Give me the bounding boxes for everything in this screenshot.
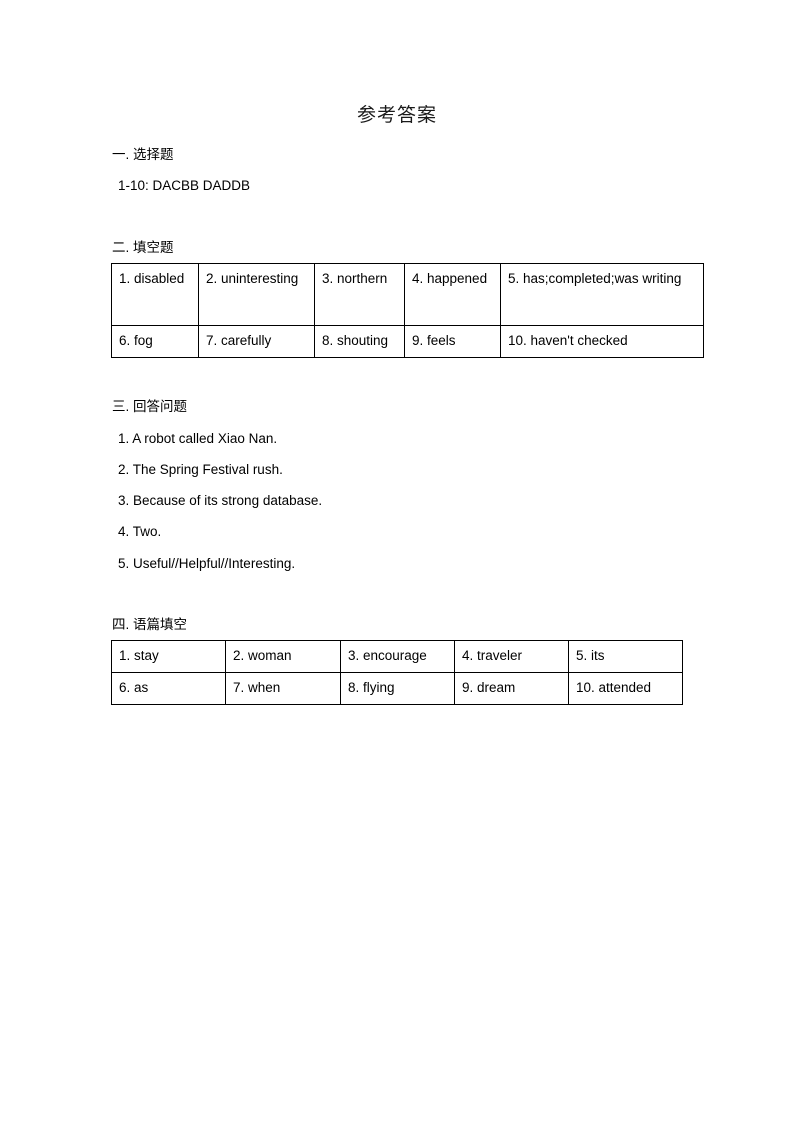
table-cell: 9. dream <box>454 672 569 705</box>
multiple-choice-answers: 1-10: DACBB DADDB <box>118 178 251 193</box>
answer-question-item: 3. Because of its strong database. <box>118 493 323 508</box>
answer-question-item: 1. A robot called Xiao Nan. <box>118 431 278 446</box>
table-cell: 2. woman <box>225 640 341 673</box>
table-row: 1. stay 2. woman 3. encourage 4. travele… <box>111 640 683 673</box>
table-cell: 6. as <box>111 672 226 705</box>
table-row: 6. fog 7. carefully 8. shouting 9. feels… <box>111 325 704 358</box>
table-cell: 8. shouting <box>314 325 405 358</box>
answer-question-item: 5. Useful//Helpful//Interesting. <box>118 556 296 571</box>
answer-key-page: 参考答案 一. 选择题 1-10: DACBB DADDB 二. 填空题 1. … <box>0 0 794 1123</box>
answer-question-item: 4. Two. <box>118 524 162 539</box>
table-row: 1. disabled 2. uninteresting 3. northern… <box>111 263 704 326</box>
table-cell: 10. haven't checked <box>500 325 704 358</box>
table-cell: 7. when <box>225 672 341 705</box>
table-cell: 4. happened <box>404 263 501 326</box>
table-cell: 8. flying <box>340 672 455 705</box>
table-row: 6. as 7. when 8. flying 9. dream 10. att… <box>111 672 683 705</box>
table-cell: 9. feels <box>404 325 501 358</box>
table-cell: 1. stay <box>111 640 226 673</box>
fill-blanks-answer-table: 1. disabled 2. uninteresting 3. northern… <box>111 263 704 358</box>
section-heading-answer-questions: 三. 回答问题 <box>112 399 188 414</box>
answer-question-item: 2. The Spring Festival rush. <box>118 462 283 477</box>
passage-blanks-answer-table: 1. stay 2. woman 3. encourage 4. travele… <box>111 640 683 705</box>
section-heading-passage-blanks: 四. 语篇填空 <box>112 617 188 632</box>
table-cell: 2. uninteresting <box>198 263 315 326</box>
table-cell: 1. disabled <box>111 263 199 326</box>
table-cell: 6. fog <box>111 325 199 358</box>
table-cell: 3. northern <box>314 263 405 326</box>
section-heading-multiple-choice: 一. 选择题 <box>112 147 174 162</box>
table-cell: 5. its <box>568 640 683 673</box>
table-cell: 7. carefully <box>198 325 315 358</box>
table-cell: 4. traveler <box>454 640 569 673</box>
table-cell: 5. has;completed;was writing <box>500 263 704 326</box>
table-cell: 10. attended <box>568 672 683 705</box>
table-cell: 3. encourage <box>340 640 455 673</box>
page-title: 参考答案 <box>356 104 437 126</box>
section-heading-fill-blanks: 二. 填空题 <box>112 240 174 255</box>
